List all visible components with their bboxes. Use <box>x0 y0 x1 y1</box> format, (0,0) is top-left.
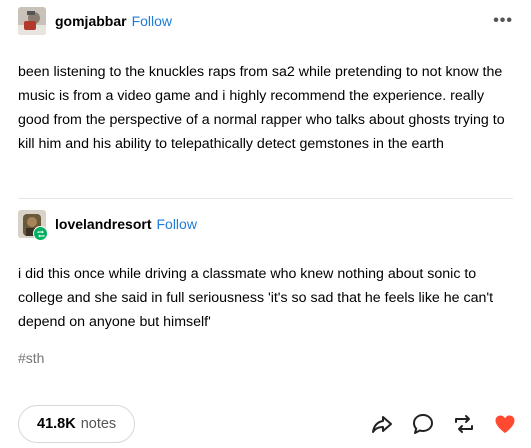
share-icon[interactable] <box>370 412 394 436</box>
reply-icon[interactable] <box>411 412 435 436</box>
more-options-icon[interactable]: ••• <box>493 13 513 29</box>
reblog-username[interactable]: lovelandresort <box>55 216 151 232</box>
avatar-gomjabbar[interactable] <box>18 7 46 35</box>
avatar-image <box>18 7 46 35</box>
heart-icon[interactable] <box>493 412 517 436</box>
username[interactable]: gomjabbar <box>55 13 127 29</box>
reblog-text: i did this once while driving a classmat… <box>18 266 494 330</box>
avatar-lovelandresort[interactable] <box>18 210 48 241</box>
notes-button[interactable]: 41.8K notes <box>18 405 136 443</box>
divider <box>18 198 513 199</box>
follow-button[interactable]: Follow <box>132 13 172 29</box>
post-text: been listening to the knuckles raps from… <box>18 64 505 152</box>
reblog-badge-icon <box>33 226 48 241</box>
tag-sth[interactable]: #sth <box>18 350 44 366</box>
reblog-follow-button[interactable]: Follow <box>156 216 196 232</box>
post-actions <box>370 412 517 436</box>
post-header: gomjabbar Follow ••• <box>18 6 513 36</box>
notes-count: 41.8K <box>37 416 76 432</box>
reblog-header: lovelandresort Follow <box>18 209 197 241</box>
reblog-icon[interactable] <box>452 412 476 436</box>
notes-label: notes <box>80 416 117 432</box>
